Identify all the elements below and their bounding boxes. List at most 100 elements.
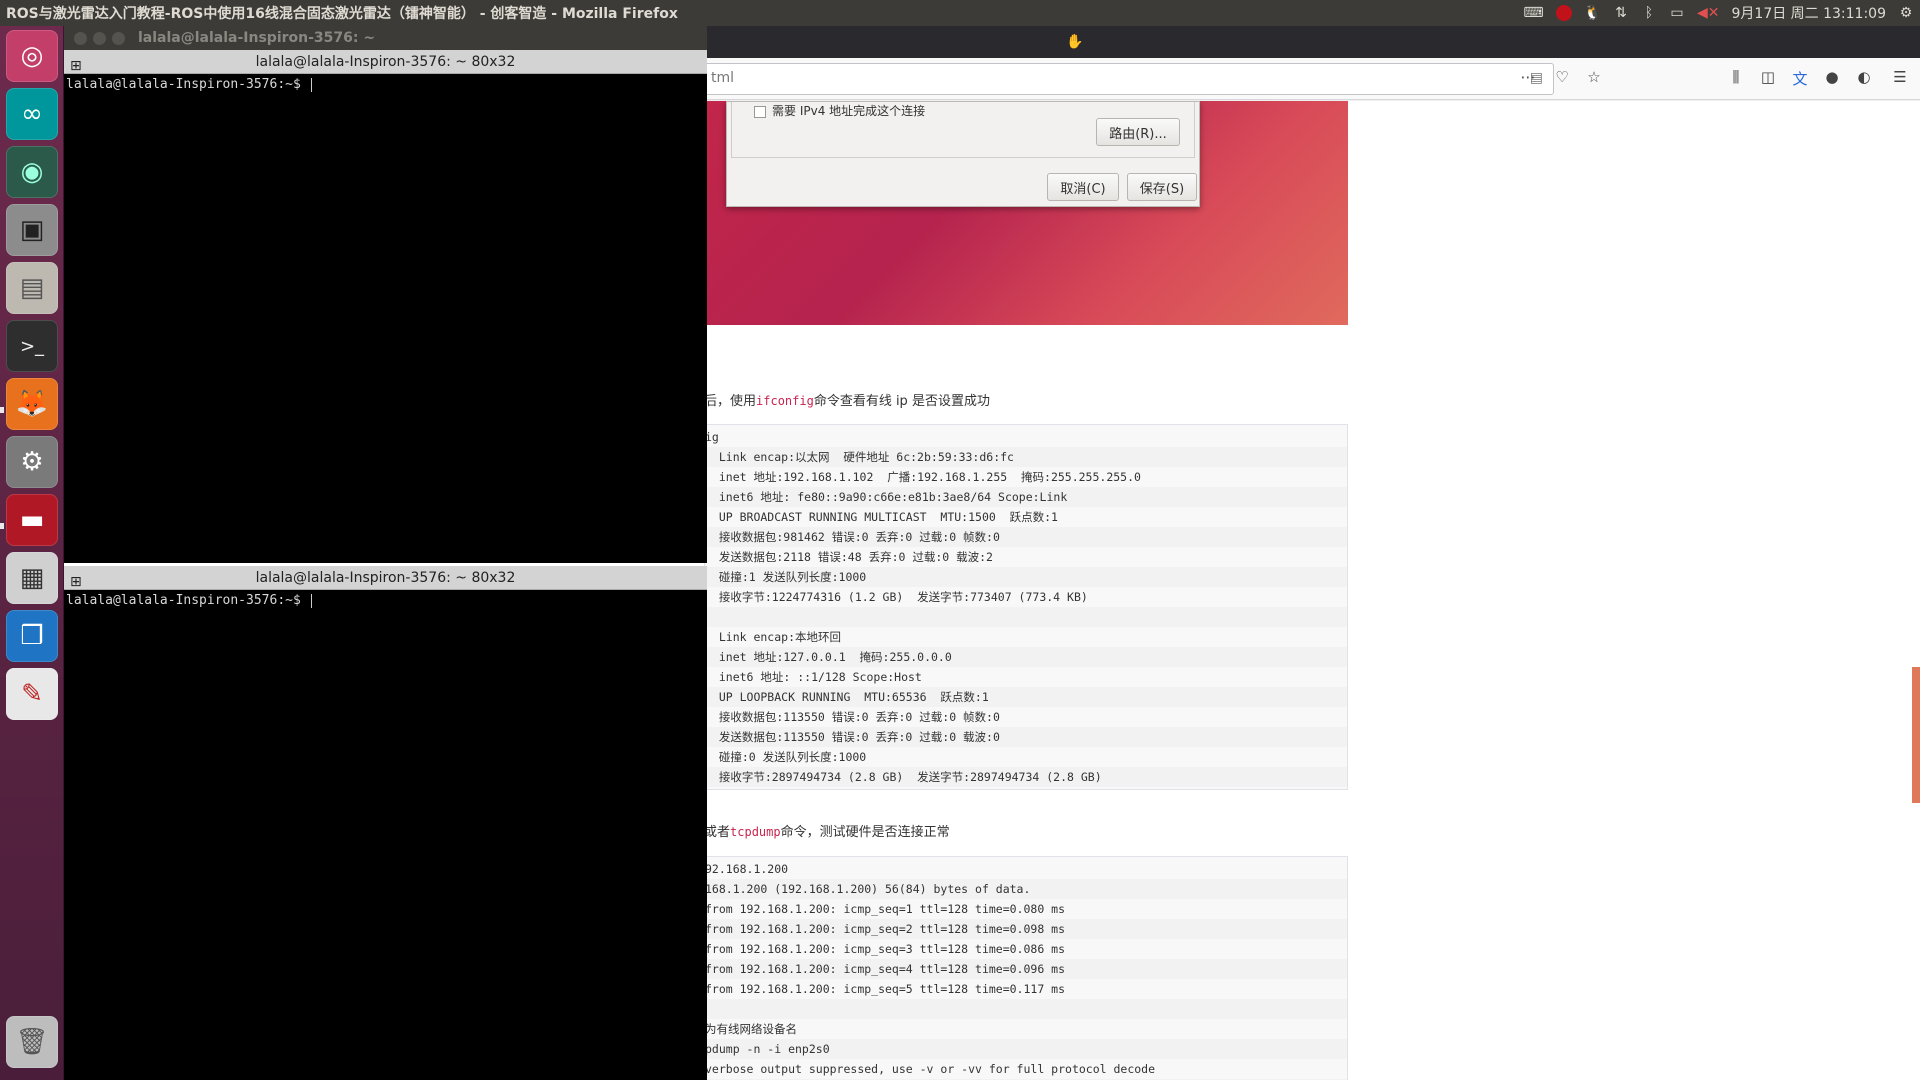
code-line: inet 地址:127.0.0.1 掩码:255.0.0.0 [705,647,1347,667]
code-line: Link encap:本地环回 [705,630,842,644]
code-line: from 192.168.1.200: icmp_seq=3 ttl=128 t… [705,942,1066,956]
para-text: 后，使用 [704,394,757,409]
url-bar[interactable]: tml ▤ [704,63,1554,95]
text-cursor [310,77,312,92]
para-text: 命令，测试硬件是否连接正常 [780,825,950,840]
settings-gear-icon[interactable]: ⚙ [1898,4,1914,22]
calculator-icon[interactable]: ▦ [6,552,58,604]
code-line: from 192.168.1.200: icmp_seq=2 ttl=128 t… [705,919,1347,939]
code-line [705,607,1347,627]
red-app-icon[interactable]: ▬ [6,494,58,546]
code-line: inet6 地址: fe80::9a90:c66e:e81b:3ae8/64 S… [705,487,1347,507]
account-icon[interactable]: ● [1822,68,1842,86]
inline-code: tcpdump [730,825,781,839]
code-line: UP LOOPBACK RUNNING MTU:65536 跃点数:1 [705,687,1347,707]
battery-icon[interactable]: ▭ [1669,4,1685,22]
minimize-icon[interactable] [93,32,106,45]
terminal-pane-header: ⊞ lalala@lalala-Inspiron-3576: ~ 80x32 [64,50,707,74]
terminal-pane-bottom[interactable]: ⊞ lalala@lalala-Inspiron-3576: ~ 80x32 l… [64,566,707,1080]
top-panel: ROS与激光雷达入门教程-ROS中使用16线混合固态激光雷达（镭神智能） - 创… [0,0,1920,26]
code-line: 为有线网络设备名 [705,1022,797,1036]
save-button[interactable]: 保存(S) [1127,173,1197,201]
url-text: tml [711,70,735,86]
scroll-indicator[interactable] [1912,667,1920,803]
menu-icon[interactable]: ☰ [1890,68,1910,86]
network-settings-dialog: 需要 IPv4 地址完成这个连接 路由(R)... 取消(C) 保存(S) [726,101,1200,207]
code-line: 92.168.1.200 [705,862,789,876]
record-icon[interactable] [1555,4,1572,22]
page-actions-icon[interactable]: ⋯ [1518,68,1538,86]
code-line: pdump -n -i enp2s0 [705,1039,1347,1059]
pane-title: lalala@lalala-Inspiron-3576: ~ 80x32 [255,54,516,70]
network-icon[interactable]: ⇅ [1613,4,1629,22]
bookmark-star-icon[interactable]: ☆ [1584,68,1604,86]
mouse-cursor-icon: ✋ [1066,34,1084,50]
checkbox-label: 需要 IPv4 地址完成这个连接 [772,104,926,118]
text-cursor [310,593,312,608]
ifconfig-code-block: ig Link encap:以太网 硬件地址 6c:2b:59:33:d6:fc… [704,424,1348,790]
terminal-window-title: lalala@lalala-Inspiron-3576: ~ [138,30,376,46]
code-line: 接收数据包:981462 错误:0 丢弃:0 过载:0 帧数:0 [705,527,1347,547]
virtualbox-icon[interactable]: ❒ [6,610,58,662]
prompt-text: lalala@lalala-Inspiron-3576:~$ [66,593,309,608]
dialog-panel: 需要 IPv4 地址完成这个连接 路由(R)... [731,102,1195,158]
image-viewer-icon[interactable]: ▣ [6,204,58,256]
library-icon[interactable]: ⫼ [1726,68,1746,86]
code-line: 发送数据包:113550 错误:0 丢弃:0 过载:0 载波:0 [705,727,1347,747]
paragraph-tcpdump: 或者tcpdump命令，测试硬件是否连接正常 [704,821,950,840]
close-icon[interactable] [74,32,87,45]
prompt-text: lalala@lalala-Inspiron-3576:~$ [66,77,309,92]
ping-code-block: 92.168.1.200 168.1.200 (192.168.1.200) 56… [704,856,1348,1080]
terminal-prompt[interactable]: lalala@lalala-Inspiron-3576:~$ [66,77,312,92]
maximize-icon[interactable] [112,32,125,45]
terminal-icon[interactable]: >_ [6,320,58,372]
pane-title: lalala@lalala-Inspiron-3576: ~ 80x32 [255,570,516,586]
code-line: inet6 地址: ::1/128 Scope:Host [705,670,922,684]
keyboard-icon[interactable]: ⌨ [1523,4,1543,22]
code-line: verbose output suppressed, use -v or -vv… [705,1062,1156,1076]
ubuntu-dash-icon[interactable]: ◎ [6,30,58,82]
launcher: ◎ ∞ ◉ ▣ ▤ >_ 🦊 ⚙ ▬ ▦ ❒ ✎ 🗑 [0,26,64,1080]
pocket-icon[interactable]: ♡ [1552,68,1572,86]
code-line: 168.1.200 (192.168.1.200) 56(84) bytes o… [705,879,1347,899]
extension-icon[interactable]: ◐ [1854,68,1874,86]
firefox-icon[interactable]: 🦊 [6,378,58,430]
code-line: 发送数据包:2118 错误:48 丢弃:0 过载:0 载波:2 [705,550,993,564]
code-line: 碰撞:0 发送队列长度:1000 [705,750,867,764]
code-line: UP BROADCAST RUNNING MULTICAST MTU:1500 … [705,510,1058,524]
bluetooth-icon[interactable]: ᛒ [1641,4,1657,22]
system-settings-icon[interactable]: ⚙ [6,436,58,488]
terminal-titlebar[interactable]: lalala@lalala-Inspiron-3576: ~ [64,26,707,50]
penguin-icon[interactable]: 🐧 [1584,4,1601,22]
terminal-pane-top[interactable]: ⊞ lalala@lalala-Inspiron-3576: ~ 80x32 l… [64,50,707,563]
volume-muted-icon[interactable]: ◀✕ [1697,4,1720,22]
code-line: from 192.168.1.200: icmp_seq=5 ttl=128 t… [705,982,1066,996]
ipv4-required-checkbox[interactable]: 需要 IPv4 地址完成这个连接 [754,102,925,119]
running-indicator [0,523,4,529]
code-line: 接收字节:2897494734 (2.8 GB) 发送字节:2897494734… [705,767,1347,787]
split-grid-icon[interactable]: ⊞ [70,54,82,78]
code-line [705,999,1347,1019]
terminal-prompt[interactable]: lalala@lalala-Inspiron-3576:~$ [66,593,312,608]
paragraph-ifconfig: 后，使用ifconfig命令查看有线 ip 是否设置成功 [704,390,990,409]
para-text: 命令查看有线 ip 是否设置成功 [813,394,990,409]
code-line: 碰撞:1 发送队列长度:1000 [705,567,1347,587]
clock[interactable]: 9月17日 周二 13:11:09 [1732,4,1887,22]
split-grid-icon[interactable]: ⊞ [70,570,82,594]
routes-button[interactable]: 路由(R)... [1096,118,1180,146]
running-indicator [0,407,4,413]
code-line: ig [705,430,719,444]
file-manager-icon[interactable]: ▤ [6,262,58,314]
text-editor-icon[interactable]: ✎ [6,668,58,720]
code-line: from 192.168.1.200: icmp_seq=1 ttl=128 t… [705,902,1066,916]
translate-icon[interactable]: 文 [1790,68,1810,89]
sidebar-icon[interactable]: ◫ [1758,68,1778,86]
arduino-icon[interactable]: ∞ [6,88,58,140]
inline-code: ifconfig [756,394,814,408]
cancel-button[interactable]: 取消(C) [1047,173,1119,201]
globe-app-icon[interactable]: ◉ [6,146,58,198]
para-text: 或者 [704,825,731,840]
trash-icon[interactable]: 🗑 [6,1016,58,1068]
code-line: from 192.168.1.200: icmp_seq=4 ttl=128 t… [705,959,1347,979]
window-title: ROS与激光雷达入门教程-ROS中使用16线混合固态激光雷达（镭神智能） - 创… [6,6,678,22]
